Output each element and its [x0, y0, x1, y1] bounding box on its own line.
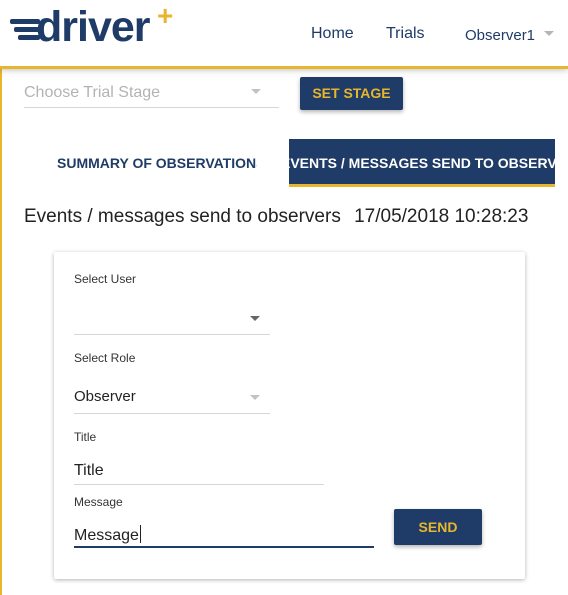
message-label: Message	[74, 495, 123, 509]
chevron-down-icon	[250, 316, 260, 321]
driver-logo[interactable]: driver +	[8, 2, 188, 52]
chevron-down-icon[interactable]	[544, 31, 554, 36]
set-stage-button[interactable]: SET STAGE	[300, 77, 403, 110]
title-input[interactable]: Title	[74, 455, 324, 485]
page-timestamp: 17/05/2018 10:28:23	[354, 206, 529, 227]
trial-stage-placeholder: Choose Trial Stage	[24, 84, 161, 101]
select-role-label: Select Role	[74, 351, 136, 365]
chevron-down-icon	[250, 395, 260, 400]
chevron-down-icon	[251, 89, 261, 94]
message-form-card: Select User Select Role Observer Title T…	[54, 252, 525, 579]
message-input-value-wrap: Message	[74, 525, 141, 545]
logo-text: driver	[36, 3, 151, 51]
tab-summary-of-observations[interactable]: SUMMARY OF OBSERVATIONS	[57, 139, 257, 187]
select-role-value: Observer	[74, 388, 136, 405]
text-cursor	[139, 525, 141, 543]
logo-plus: +	[157, 0, 174, 31]
nav-home[interactable]: Home	[311, 25, 354, 43]
nav-trials[interactable]: Trials	[386, 25, 425, 43]
app-header: driver + Home Trials Observer1	[0, 0, 568, 68]
trial-stage-select[interactable]: Choose Trial Stage	[24, 81, 279, 108]
page-title: Events / messages send to observers	[24, 206, 341, 227]
title-input-value: Title	[74, 462, 104, 479]
send-button[interactable]: SEND	[394, 509, 482, 545]
page-heading: Events / messages send to observers 17/0…	[24, 206, 528, 228]
title-label: Title	[74, 430, 97, 444]
message-input[interactable]: Message	[74, 518, 374, 548]
select-user-dropdown[interactable]	[74, 302, 270, 335]
select-user-label: Select User	[74, 272, 137, 286]
main-content: Choose Trial Stage SET STAGE SUMMARY OF …	[0, 69, 568, 595]
header-accent-bar	[0, 66, 568, 69]
select-role-dropdown[interactable]: Observer	[74, 381, 270, 414]
message-input-value: Message	[74, 527, 139, 544]
tab-events-messages[interactable]: EVENTS / MESSAGES SEND TO OBSERVERS	[289, 139, 555, 187]
nav-user-menu[interactable]: Observer1	[465, 27, 535, 44]
